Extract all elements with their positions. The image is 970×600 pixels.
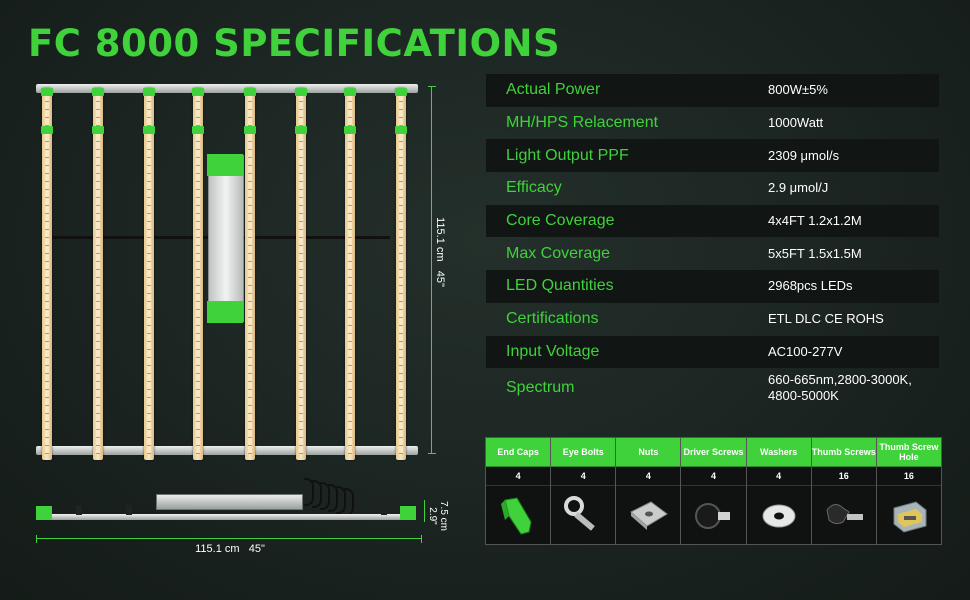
washer-icon [762,504,796,528]
vertical-dimension-label: 115.1 cm 45" [434,217,446,287]
accessory-name: Driver Screws [681,438,746,467]
spec-value: 660-665nm,2800-3000K, 4800-5000K [768,372,912,404]
spec-row: Spectrum 660-665nm,2800-3000K, 4800-5000K [486,368,939,408]
light-bar [344,88,356,460]
accessory-eye-bolts: Eye Bolts 4 [551,438,617,544]
spec-label: Certifications [506,310,599,328]
spec-row: Max Coverage 5x5FT 1.5x1.5M [486,237,939,270]
spec-row: LED Quantities 2968pcs LEDs [486,270,939,303]
end-cap-icon [501,497,532,535]
light-bar [192,88,204,460]
light-bar [143,88,155,460]
light-bar [395,88,407,460]
spec-label: Max Coverage [506,244,611,262]
accessory-qty: 4 [746,467,811,486]
light-bar [92,88,104,460]
accessory-end-caps: End Caps 4 [486,438,552,544]
spec-label: Actual Power [506,81,601,99]
accessory-name: Nuts [616,438,681,467]
spec-row: Efficacy 2.9 μmol/J [486,172,939,205]
light-bar [295,88,307,460]
led-driver [207,154,244,323]
spec-row: Light Output PPF 2309 μmol/s [486,139,939,173]
accessory-name: Eye Bolts [551,438,616,467]
spec-value: 1000Watt [768,115,824,131]
spec-row: Actual Power 800W±5% [486,74,939,107]
spec-value: AC100-277V [768,343,843,359]
accessories-table: End Caps 4 Eye Bolts 4 Nuts 4 Driver Scr… [485,437,942,545]
spec-value: 2309 μmol/s [768,147,840,163]
spec-label: Efficacy [506,179,562,197]
accessory-name: Thumb Screws [811,438,876,467]
accessory-qty: 4 [616,467,681,486]
accessory-washers: Washers 4 [746,438,812,544]
accessory-qty: 4 [551,467,616,486]
spec-value: 800W±5% [768,82,828,98]
accessory-qty: 16 [811,467,876,486]
spec-label: LED Quantities [506,277,614,295]
spec-row: MH/HPS Relacement 1000Watt [486,107,939,140]
accessory-qty: 4 [486,467,551,486]
accessory-name: End Caps [486,438,551,467]
spec-table: Actual Power 800W±5% MH/HPS Relacement 100… [486,74,939,408]
spec-row: Certifications ETL DLC CE ROHS [486,303,939,336]
accessory-name: Washers [746,438,811,467]
thumb-screw-hole-icon [893,501,927,533]
spec-label: Light Output PPF [506,146,629,164]
fixture-top-view [36,84,418,464]
horizontal-dimension-label: 115.1 cm 45" [195,543,265,555]
spec-value: 2.9 μmol/J [768,180,829,196]
eye-bolt-icon [564,496,596,531]
page-title: FC 8000 SPECIFICATIONS [28,22,561,65]
fixture-side-view [36,476,416,526]
spec-value: 4x4FT 1.2x1.2M [768,213,862,229]
spec-value: 5x5FT 1.5x1.5M [768,245,862,261]
driver-screw-icon [695,503,731,529]
accessory-qty: 4 [681,467,746,486]
spec-row: Input Voltage AC100-277V [486,335,939,369]
accessory-driver-screws: Driver Screws 4 [681,438,747,544]
thumb-screw-icon [826,504,863,525]
height-dimension-label: 7.5 cm 2.9" [427,500,449,531]
spec-label: MH/HPS Relacement [506,114,659,132]
accessory-thumb-screw-hole: Thumb Screw Hole 16 [876,438,941,544]
spec-label: Spectrum [506,379,575,397]
accessory-thumb-screws: Thumb Screws 16 [811,438,877,544]
accessory-qty: 16 [876,467,941,486]
spec-label: Input Voltage [506,342,600,360]
side-rail [36,514,416,520]
accessory-nuts: Nuts 4 [616,438,682,544]
nut-icon [630,501,669,530]
spec-row: Core Coverage 4x4FT 1.2x1.2M [486,204,939,238]
side-driver [156,494,303,510]
spec-value: ETL DLC CE ROHS [768,311,884,327]
spec-label: Core Coverage [506,212,615,230]
light-bar [41,88,53,460]
spec-value: 2968pcs LEDs [768,278,853,294]
accessory-name: Thumb Screw Hole [876,438,941,467]
light-bar [244,88,256,460]
